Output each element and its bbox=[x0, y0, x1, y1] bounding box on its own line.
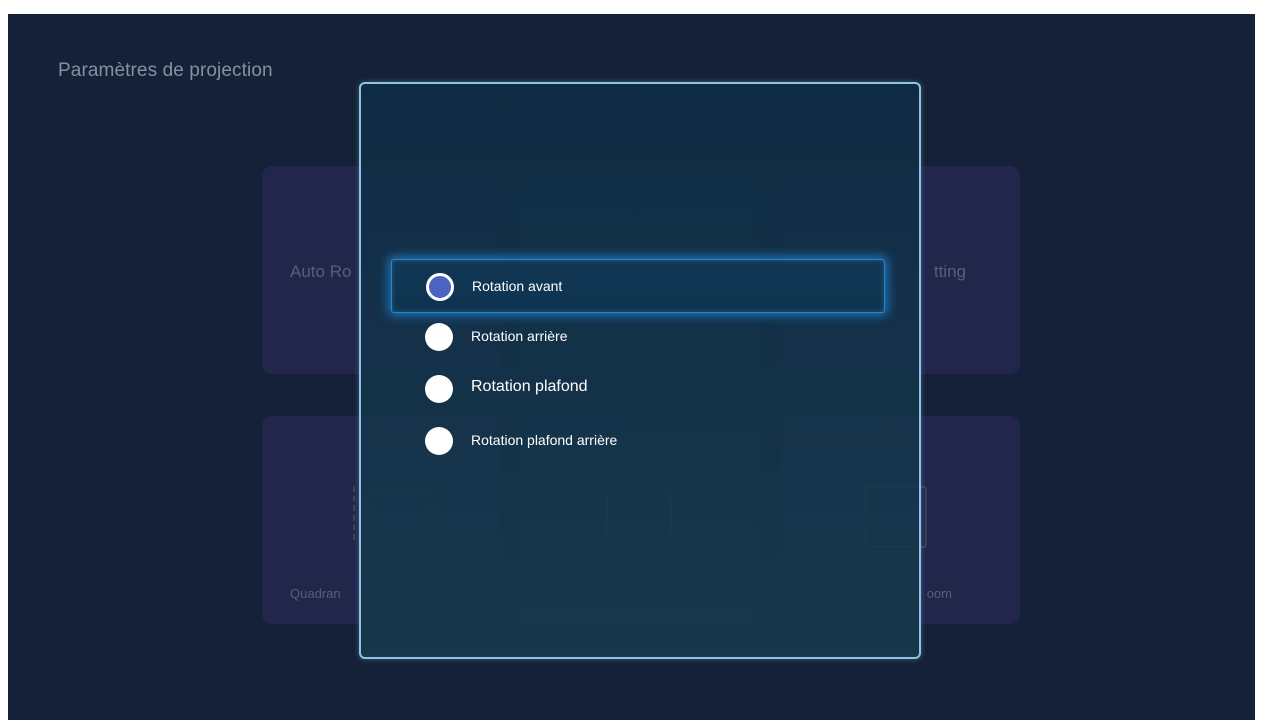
option-rotation-arriere[interactable]: Rotation arrière bbox=[391, 310, 885, 364]
radio-selected-icon[interactable] bbox=[426, 273, 454, 301]
radio-icon[interactable] bbox=[425, 375, 453, 403]
option-rotation-plafond-arriere[interactable]: Rotation plafond arrière bbox=[391, 414, 885, 468]
option-label: Rotation plafond arrière bbox=[471, 432, 618, 448]
rotation-dialog: Rotation avant Rotation arrière Rotation… bbox=[359, 82, 921, 659]
option-label: Rotation avant bbox=[472, 278, 563, 294]
radio-icon[interactable] bbox=[425, 427, 453, 455]
radio-icon[interactable] bbox=[425, 323, 453, 351]
option-label: Rotation arrière bbox=[471, 328, 568, 344]
option-rotation-avant[interactable]: Rotation avant bbox=[391, 259, 885, 313]
option-label: Rotation plafond bbox=[471, 378, 588, 395]
option-rotation-plafond[interactable]: Rotation plafond bbox=[391, 362, 885, 416]
projection-settings-screen: Paramètres de projection Auto Ro tting Q… bbox=[8, 14, 1255, 720]
